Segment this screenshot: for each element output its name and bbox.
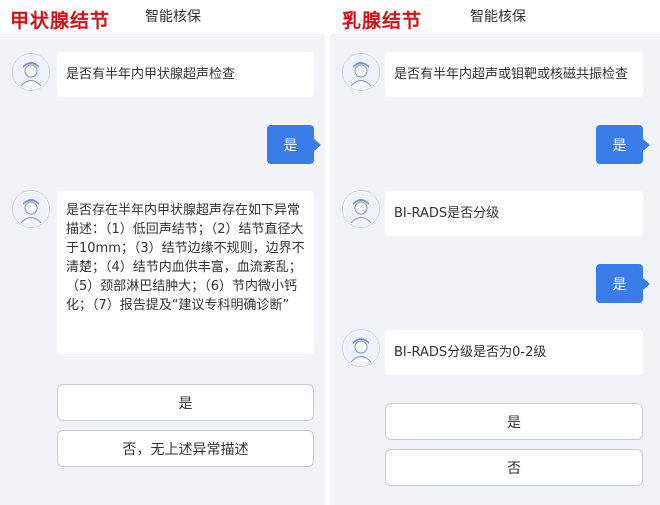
thyroid-nodule-chat-panel: 甲状腺结节 智能核保 是否有半年内甲状腺超声检查 是 是否存在半年内甲状腺超声存…	[0, 0, 325, 505]
bot-question-bubble: BI-RADS是否分级	[385, 191, 643, 236]
nurse-avatar-icon	[342, 329, 380, 367]
nurse-avatar-icon	[12, 53, 50, 91]
user-reply-bubble: 是	[596, 125, 650, 164]
chat-header: 甲状腺结节 智能核保	[0, 0, 325, 34]
app-title: 智能核保	[145, 9, 201, 25]
user-reply-bubble: 是	[596, 264, 650, 303]
option-yes-button[interactable]: 是	[385, 403, 643, 440]
option-no-button[interactable]: 否	[385, 449, 643, 486]
nurse-avatar-icon	[342, 53, 380, 91]
nurse-avatar-icon	[12, 190, 50, 228]
nurse-avatar-icon	[342, 190, 380, 228]
option-no-abnormality-button[interactable]: 否，无上述异常描述	[57, 430, 314, 467]
topic-title: 甲状腺结节	[10, 10, 111, 32]
bot-question-bubble: 是否存在半年内甲状腺超声存在如下异常描述：（1）低回声结节；（2）结节直径大于1…	[57, 191, 314, 354]
breast-nodule-chat-panel: 乳腺结节 智能核保 是否有半年内超声或钼靶或核磁共振检查 是 BI-RADS是否…	[330, 0, 660, 505]
user-reply-bubble: 是	[267, 125, 321, 164]
bot-question-bubble: BI-RADS分级是否为0-2级	[385, 330, 643, 375]
app-title: 智能核保	[470, 9, 526, 25]
topic-title: 乳腺结节	[342, 10, 423, 32]
chat-header: 乳腺结节 智能核保	[330, 0, 660, 34]
option-yes-button[interactable]: 是	[57, 384, 314, 421]
bot-question-bubble: 是否有半年内甲状腺超声检查	[57, 52, 314, 97]
bot-question-bubble: 是否有半年内超声或钼靶或核磁共振检查	[385, 52, 643, 97]
